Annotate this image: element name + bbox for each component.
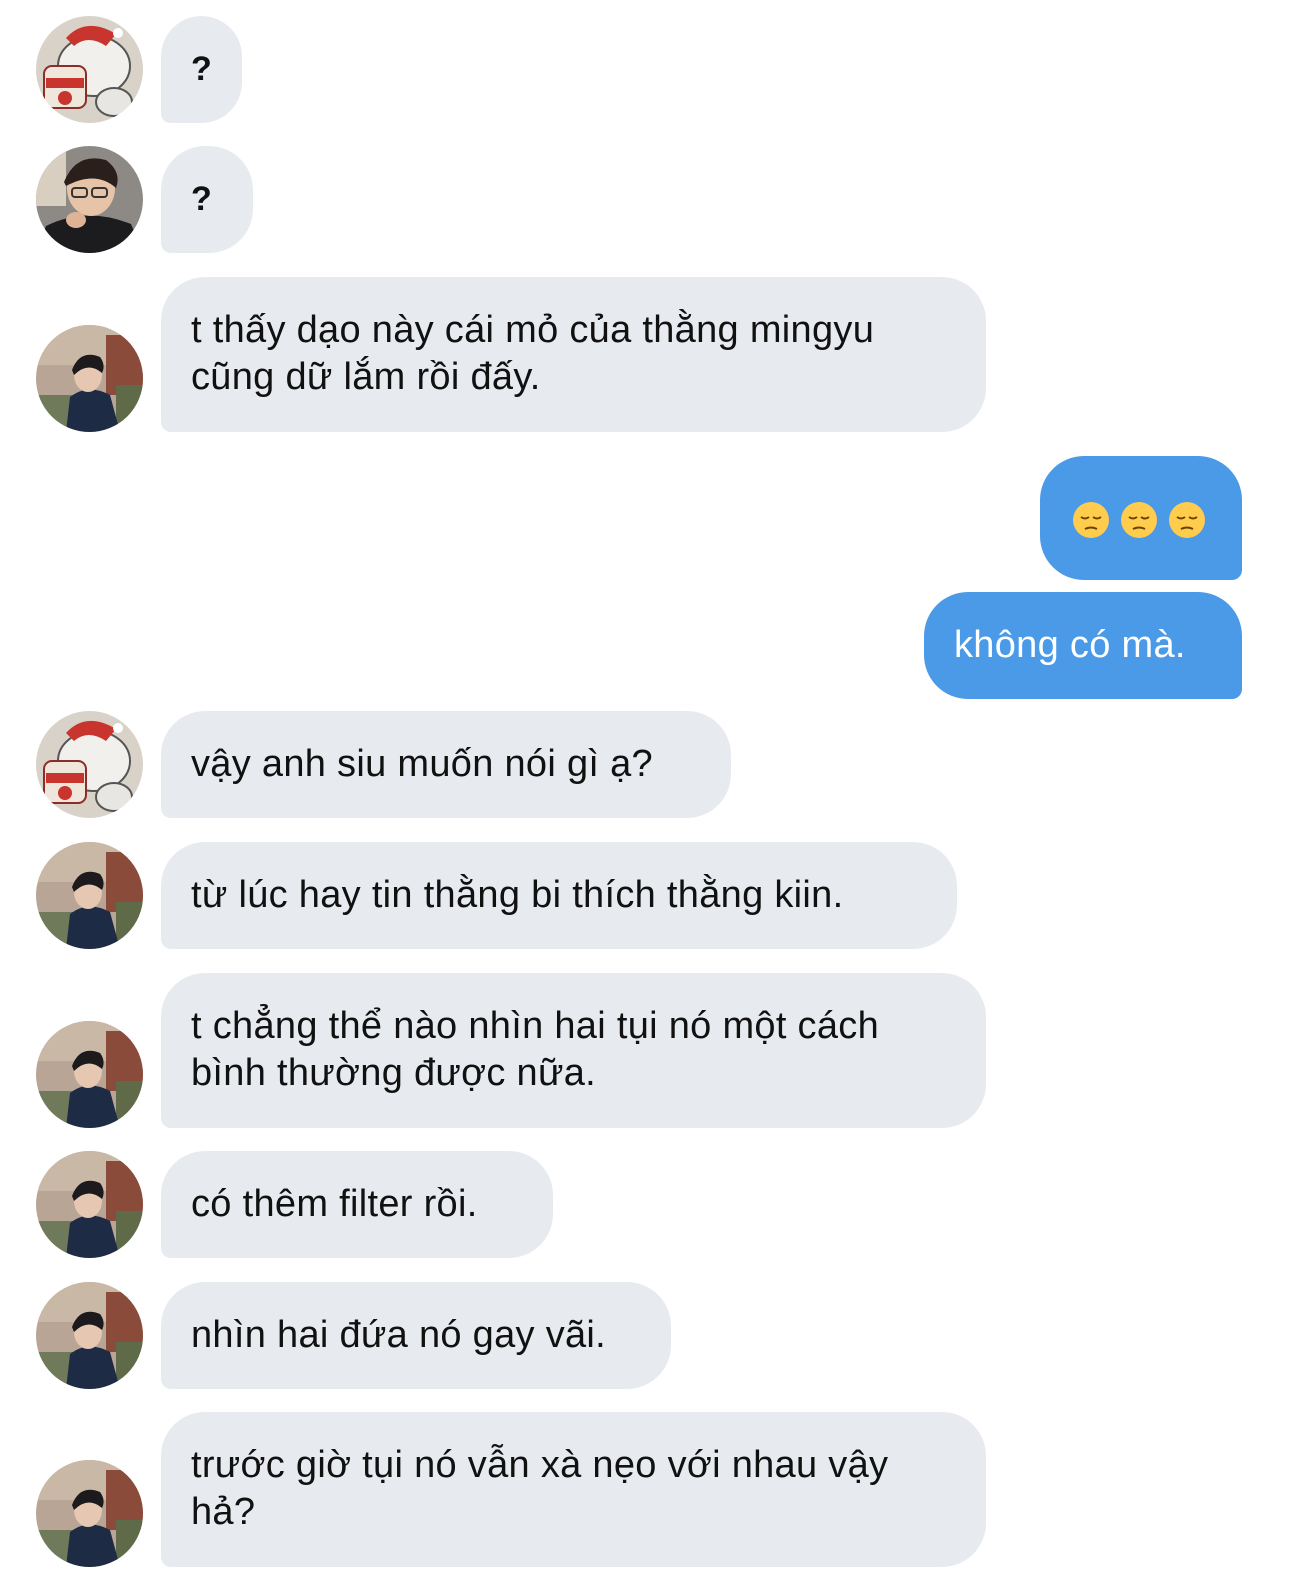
message-row: ? (0, 146, 1290, 253)
message-bubble[interactable]: có thêm filter rồi. (161, 1151, 553, 1258)
message-text: không có mà. (954, 624, 1186, 666)
pensive-face-icon (1169, 501, 1205, 538)
message-row: t chẳng thể nào nhìn hai tụi nó một cách… (0, 973, 1290, 1128)
message-text: t thấy dạo này cái mỏ của thằng mingyu c… (191, 309, 875, 398)
message-bubble[interactable]: ? (161, 16, 243, 123)
avatar-street[interactable] (36, 842, 143, 949)
message-row: không có mà. (0, 592, 1290, 699)
avatar-bear[interactable] (36, 711, 143, 818)
message-bubble[interactable]: vậy anh siu muốn nói gì ạ? (161, 711, 731, 818)
message-text: trước giờ tụi nó vẫn xà nẹo với nhau vậy… (191, 1444, 889, 1533)
avatar-street[interactable] (36, 1151, 143, 1258)
pensive-face-icon (1121, 501, 1157, 538)
message-row: vậy anh siu muốn nói gì ạ? (0, 711, 1290, 818)
avatar-street[interactable] (36, 1021, 143, 1128)
avatar-street[interactable] (36, 325, 143, 432)
message-text: từ lúc hay tin thằng bi thích thằng kiin… (191, 874, 844, 916)
message-text: có thêm filter rồi. (191, 1183, 478, 1225)
avatar-street[interactable] (36, 1282, 143, 1389)
message-text: ? (191, 50, 213, 88)
message-text: vậy anh siu muốn nói gì ạ? (191, 743, 653, 785)
message-bubble[interactable]: ? (161, 146, 253, 253)
message-bubble[interactable]: nhìn hai đứa nó gay vãi. (161, 1282, 671, 1389)
message-row: t thấy dạo này cái mỏ của thằng mingyu c… (0, 277, 1290, 432)
message-row: trước giờ tụi nó vẫn xà nẹo với nhau vậy… (0, 1412, 1290, 1567)
message-text: t chẳng thể nào nhìn hai tụi nó một cách… (191, 1005, 880, 1094)
message-row: từ lúc hay tin thằng bi thích thằng kiin… (0, 842, 1290, 949)
message-text: ? (191, 180, 213, 218)
message-row: có thêm filter rồi. (0, 1151, 1290, 1258)
avatar-street[interactable] (36, 1460, 143, 1567)
message-bubble[interactable]: t chẳng thể nào nhìn hai tụi nó một cách… (161, 973, 986, 1128)
message-row: nhìn hai đứa nó gay vãi. (0, 1282, 1290, 1389)
message-bubble[interactable]: trước giờ tụi nó vẫn xà nẹo với nhau vậy… (161, 1412, 986, 1567)
message-bubble[interactable]: từ lúc hay tin thằng bi thích thằng kiin… (161, 842, 957, 949)
avatar-glasses[interactable] (36, 146, 143, 253)
message-row (0, 456, 1290, 580)
message-bubble-outgoing[interactable]: không có mà. (924, 592, 1242, 699)
emoji-group (1072, 496, 1210, 543)
pensive-face-icon (1073, 501, 1109, 538)
message-bubble[interactable]: t thấy dạo này cái mỏ của thằng mingyu c… (161, 277, 986, 432)
message-row: ? (0, 16, 1290, 123)
message-text: nhìn hai đứa nó gay vãi. (191, 1314, 607, 1356)
chat-thread: ? ? t thấy dạo này cái mỏ của thằng ming… (0, 0, 1290, 1583)
avatar-bear[interactable] (36, 16, 143, 123)
message-bubble-outgoing[interactable] (1040, 456, 1242, 580)
